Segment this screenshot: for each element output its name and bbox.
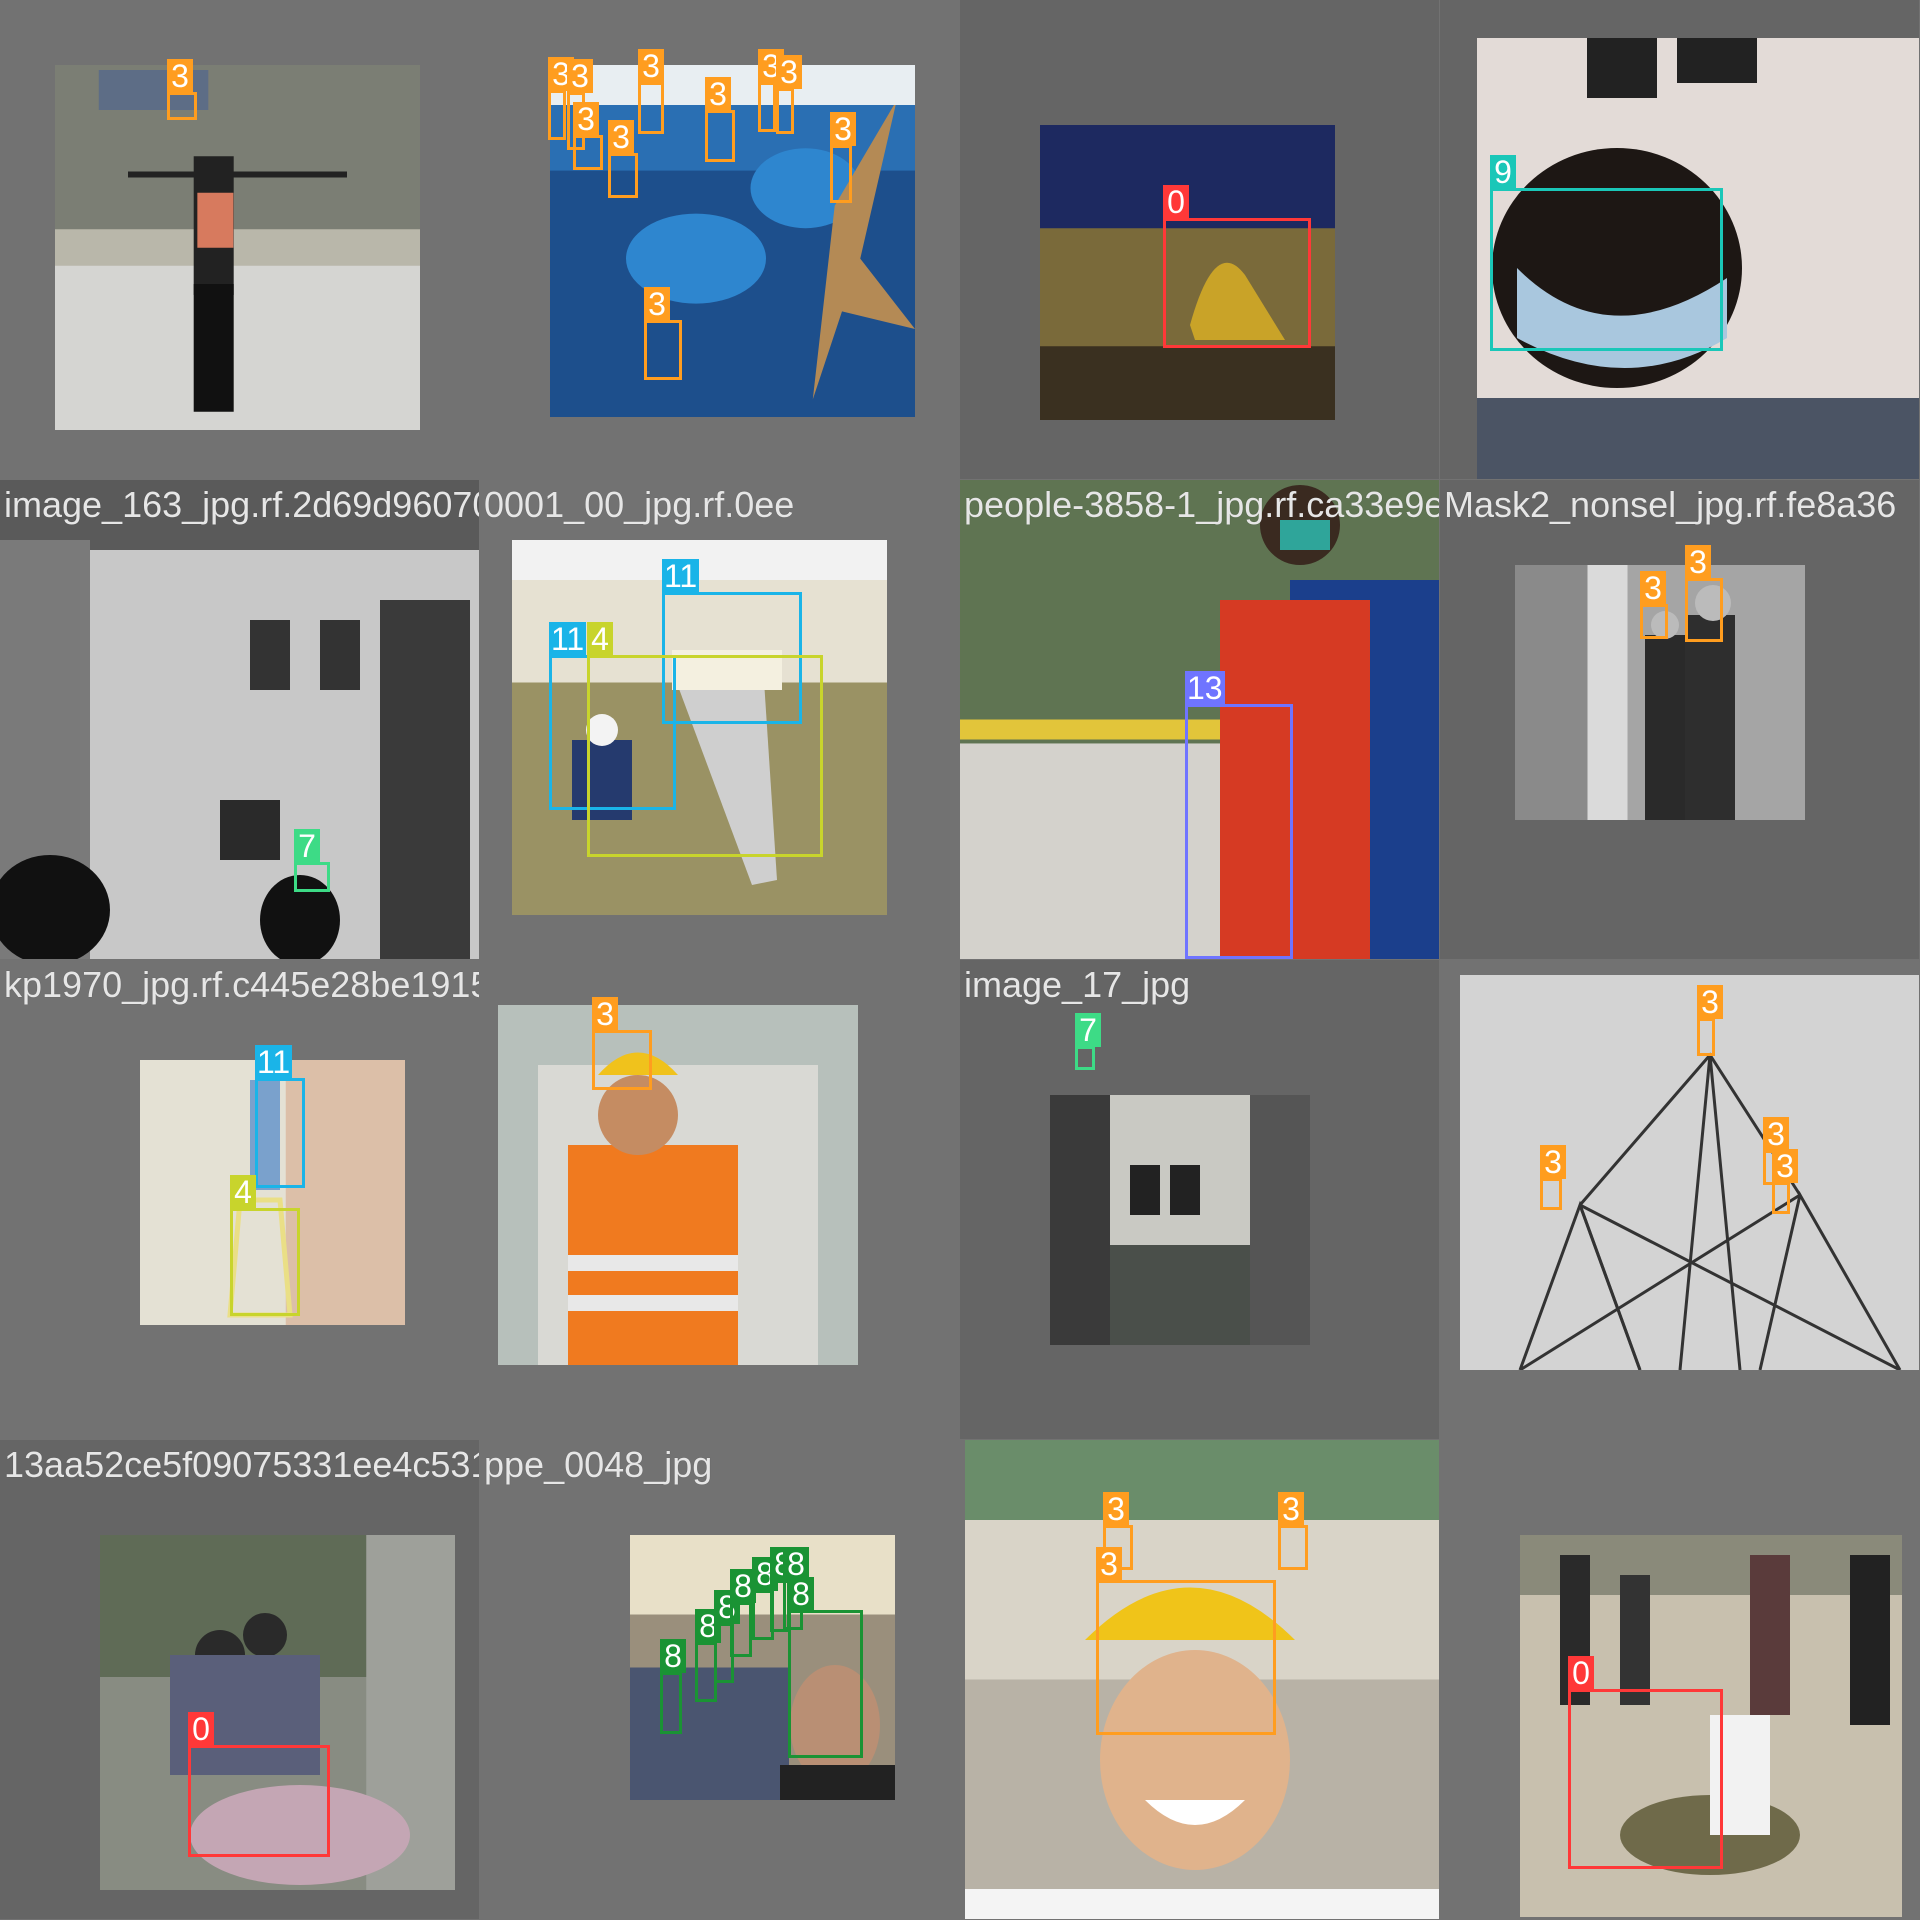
tile-photo	[0, 480, 479, 959]
detection-box: 3	[1772, 1149, 1798, 1214]
detection-box: 7	[1075, 1013, 1101, 1070]
detection-label: 3	[1763, 1117, 1789, 1151]
detection-box: 3	[830, 112, 856, 203]
detection-box: 3	[776, 55, 802, 134]
detection-box: 3	[592, 997, 652, 1090]
detection-box: 3	[1697, 985, 1723, 1056]
detection-box: 3	[608, 120, 638, 198]
mosaic-tile: 9	[1440, 0, 1919, 479]
tile-caption: 13aa52ce5f09075331ee4c5310ed07098_jpg.rf…	[4, 1444, 479, 1485]
detection-box: 0	[188, 1712, 330, 1857]
tile-caption: image_163_jpg.rf.2d69d960700179b9555f40e…	[4, 484, 479, 525]
detection-box: 4	[587, 622, 823, 857]
detection-box: 11	[255, 1045, 305, 1188]
detection-label: 3	[1540, 1145, 1566, 1179]
mosaic-tile: 11 4 kp1970_jpg.rf.c445e28be19153a6f762208…	[0, 960, 479, 1439]
mosaic-tile: 0	[960, 0, 1439, 479]
detection-label: 11	[549, 621, 587, 657]
detection-box: 9	[1490, 155, 1723, 351]
tile-caption: people-3858-1_jpg.rf.ca33e9ebd4f72123123…	[964, 484, 1439, 525]
detection-label: 3	[705, 77, 731, 111]
detection-box: 0	[1568, 1656, 1723, 1869]
detection-box: 3	[1540, 1145, 1566, 1210]
mosaic-tile: 11 11 4 0001_00_jpg.rf.0ee	[480, 480, 959, 959]
tile-photo	[1460, 975, 1919, 1370]
detection-label: 13	[1185, 670, 1225, 706]
detection-box: 3	[1640, 571, 1668, 639]
tile-photo	[55, 65, 420, 430]
detection-box: 3	[1278, 1492, 1308, 1570]
detection-box: 3	[758, 49, 784, 132]
detection-label: 3	[167, 59, 193, 93]
detection-label: 3	[573, 102, 599, 136]
mosaic-tile: 3	[480, 960, 959, 1439]
mosaic-grid: 3 3333333333 0 9 7 image_163_jpg.rf.2d69d…	[0, 0, 1920, 1920]
detection-label: 9	[1490, 155, 1516, 189]
detection-box: 8	[788, 1577, 863, 1758]
detection-label: 3	[1096, 1547, 1122, 1581]
detection-label: 3	[644, 287, 670, 321]
mosaic-tile: 3 3 3	[960, 1440, 1439, 1919]
detection-box: 8	[660, 1639, 686, 1734]
mosaic-tile: 7 image_163_jpg.rf.2d69d960700179b9555f40…	[0, 480, 479, 959]
detection-label: 7	[1075, 1013, 1101, 1047]
mosaic-tile: 13 people-3858-1_jpg.rf.ca33e9ebd4f721231…	[960, 480, 1439, 959]
detection-label: 3	[1772, 1149, 1798, 1183]
tile-photo	[498, 1005, 858, 1365]
detection-label: 8	[788, 1577, 814, 1611]
mosaic-tile: 88888888ppe_0048_jpg	[480, 1440, 959, 1919]
detection-box: 3	[573, 102, 603, 170]
detection-label: 3	[567, 59, 593, 93]
detection-label: 3	[1640, 571, 1666, 605]
mosaic-tile: 3333333333	[480, 0, 959, 479]
detection-box: 0	[1163, 185, 1311, 348]
tile-photo	[1050, 1095, 1310, 1345]
detection-label: 3	[776, 55, 802, 89]
detection-box: 3	[705, 77, 735, 162]
detection-box: 3	[644, 287, 682, 380]
mosaic-tile: 3	[0, 0, 479, 479]
detection-box: 3	[548, 57, 574, 140]
detection-label: 3	[1278, 1492, 1304, 1526]
tile-caption: ppe_0048_jpg	[484, 1444, 713, 1485]
detection-box: 3	[1685, 545, 1723, 642]
detection-label: 3	[592, 997, 618, 1031]
mosaic-tile: 7 image_17_jpg	[960, 960, 1439, 1439]
detection-label: 4	[587, 622, 613, 656]
detection-label: 3	[638, 49, 664, 83]
mosaic-tile: 0	[1440, 1440, 1919, 1919]
detection-label: 11	[662, 558, 700, 594]
detection-label: 3	[1685, 545, 1711, 579]
detection-label: 0	[1568, 1656, 1594, 1690]
detection-label: 4	[230, 1175, 256, 1209]
detection-label: 3	[1697, 985, 1723, 1019]
detection-box: 4	[230, 1175, 300, 1316]
detection-label: 0	[188, 1712, 214, 1746]
mosaic-tile: 0 13aa52ce5f09075331ee4c5310ed07098_jpg.r…	[0, 1440, 479, 1919]
detection-label: 0	[1163, 185, 1189, 219]
detection-box: 3	[167, 59, 197, 120]
detection-label: 3	[830, 112, 856, 146]
tile-caption: Mask2_nonsel_jpg.rf.fe8a36	[1444, 484, 1897, 525]
detection-box: 8	[730, 1569, 756, 1657]
tile-caption: kp1970_jpg.rf.c445e28be19153a6f7622084d7…	[4, 964, 479, 1005]
detection-label: 7	[294, 829, 320, 863]
detection-box: 3	[638, 49, 664, 134]
mosaic-tile: 3 3 Mask2_nonsel_jpg.rf.fe8a36	[1440, 480, 1919, 959]
detection-box: 7	[294, 829, 330, 892]
detection-label: 3	[608, 120, 634, 154]
tile-caption: 0001_00_jpg.rf.0ee	[484, 484, 795, 525]
detection-label: 11	[255, 1044, 293, 1080]
detection-label: 8	[660, 1639, 686, 1673]
detection-box: 13	[1185, 671, 1293, 959]
tile-caption: image_17_jpg	[964, 964, 1191, 1005]
mosaic-tile: 3333	[1440, 960, 1919, 1439]
detection-box: 3	[1096, 1547, 1276, 1735]
detection-label: 3	[1103, 1492, 1129, 1526]
